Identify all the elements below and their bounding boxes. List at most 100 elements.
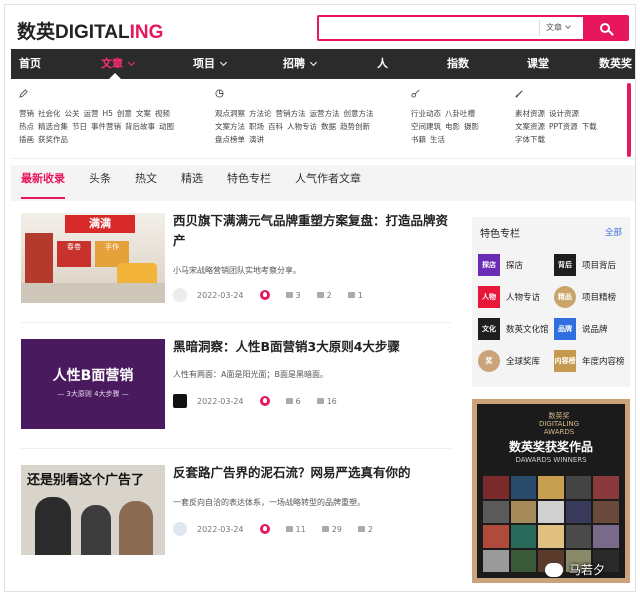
column-item[interactable]: 探店 探店 xyxy=(478,253,523,277)
like-stat[interactable]: 3 xyxy=(285,291,301,300)
column-item[interactable]: 背后 项目背后 xyxy=(554,253,616,277)
dropdown-link[interactable]: 盘点榜单 xyxy=(215,135,245,144)
comment-stat[interactable]: 29 xyxy=(321,525,342,534)
pen-icon xyxy=(19,89,28,98)
like-stat[interactable]: 11 xyxy=(285,525,306,534)
column-item[interactable]: 文化 数英文化馆 xyxy=(478,317,549,341)
scrollbar[interactable] xyxy=(627,83,631,157)
dropdown-link[interactable]: 创意方法 xyxy=(344,109,374,118)
dropdown-link[interactable]: 观点洞察 xyxy=(215,109,245,118)
share-stat[interactable]: 1 xyxy=(347,291,363,300)
dropdown-link[interactable]: 事件营销 xyxy=(91,122,121,131)
dropdown-link[interactable]: 社会化 xyxy=(38,109,61,118)
article-title[interactable]: 黑暗洞察：人性B面营销3大原则4大步骤 xyxy=(173,337,453,357)
dropdown-link[interactable]: 电影 xyxy=(445,122,460,131)
column-item[interactable]: 人物 人物专访 xyxy=(478,285,540,309)
search-button[interactable] xyxy=(583,17,627,39)
dropdown-link[interactable]: 视频 xyxy=(155,109,170,118)
article-thumbnail[interactable]: 满满 春卷 手作 xyxy=(21,213,165,303)
dropdown-link[interactable]: 行业动态 xyxy=(411,109,441,118)
dropdown-link[interactable]: 人物专访 xyxy=(287,122,317,131)
chevron-down-icon xyxy=(565,23,571,29)
dropdown-link[interactable]: 插画 xyxy=(19,135,34,144)
tab-latest[interactable]: 最新收录 xyxy=(21,165,65,201)
dropdown-link[interactable]: 运营 xyxy=(84,109,99,118)
nav-item-jobs[interactable]: 招聘 xyxy=(283,49,318,79)
dropdown-link[interactable]: 百科 xyxy=(268,122,283,131)
column-item[interactable]: 精品 项目精榜 xyxy=(554,285,616,309)
nav-item-people[interactable]: 人 xyxy=(377,49,388,79)
dropdown-link[interactable]: 精选合集 xyxy=(38,122,68,131)
tab-columns[interactable]: 特色专栏 xyxy=(227,165,271,201)
column-item[interactable]: 内容榜 年度内容榜 xyxy=(554,349,625,373)
dropdown-link[interactable]: 字体下载 xyxy=(515,135,545,144)
award-thumb xyxy=(565,476,592,499)
dropdown-link[interactable]: 演讲 xyxy=(249,135,264,144)
author-avatar[interactable] xyxy=(173,288,187,302)
article-title[interactable]: 反套路广告界的泥石流？网易严选真有你的 xyxy=(173,463,453,483)
author-avatar[interactable] xyxy=(173,394,187,408)
dropdown-link[interactable]: 职场 xyxy=(249,122,264,131)
dropdown-link[interactable]: 方法论 xyxy=(249,109,272,118)
award-thumb xyxy=(510,549,537,572)
nav-item-home[interactable]: 首页 xyxy=(19,49,41,79)
tab-featured[interactable]: 精选 xyxy=(181,165,203,201)
search-type-select[interactable]: 文章 xyxy=(539,20,583,36)
article-item[interactable]: 还是别看这个广告了 反套路广告界的泥石流？网易严选真有你的 一套反向自洽的表达体… xyxy=(21,465,451,575)
chart-icon xyxy=(215,89,224,98)
tab-hot[interactable]: 热文 xyxy=(135,165,157,201)
dropdown-link[interactable]: 趋势创新 xyxy=(340,122,370,131)
dropdown-link[interactable]: 文案方法 xyxy=(215,122,245,131)
article-item[interactable]: 满满 春卷 手作 西贝旗下满满元气品牌重塑方案复盘：打造品牌资产 小马宋战略营销… xyxy=(21,213,451,323)
dropdown-link[interactable]: 摄影 xyxy=(464,122,479,131)
nav-item-classroom[interactable]: 课堂 xyxy=(527,49,549,79)
column-item[interactable]: 奖全球奖库 xyxy=(478,349,540,373)
nav-item-index[interactable]: 指数 xyxy=(447,49,469,79)
dropdown-link[interactable]: PPT资源 xyxy=(549,122,578,131)
dropdown-link[interactable]: 书籍 xyxy=(411,135,426,144)
column-item[interactable]: 品牌 说品牌 xyxy=(554,317,608,341)
dropdown-link[interactable]: 营销方法 xyxy=(276,109,306,118)
dropdown-link[interactable]: 动图 xyxy=(159,122,174,131)
dropdown-link[interactable]: 创意 xyxy=(117,109,132,118)
search-input[interactable] xyxy=(323,19,533,37)
dropdown-link[interactable]: 热点 xyxy=(19,122,34,131)
comment-stat[interactable]: 16 xyxy=(316,396,337,406)
like-stat[interactable]: 6 xyxy=(285,397,301,406)
article-thumbnail[interactable]: 人性B面营销 — 3大原则 4大步骤 — xyxy=(21,339,165,429)
article-item[interactable]: 人性B面营销 — 3大原则 4大步骤 — 黑暗洞察：人性B面营销3大原则4大步骤… xyxy=(21,339,451,449)
dropdown-link[interactable]: 生活 xyxy=(430,135,445,144)
article-thumbnail[interactable]: 还是别看这个广告了 xyxy=(21,465,165,555)
dropdown-link[interactable]: 背后故事 xyxy=(125,122,155,131)
dropdown-link[interactable]: 获奖作品 xyxy=(38,135,68,144)
dropdown-link[interactable]: 下载 xyxy=(582,122,597,131)
dropdown-link[interactable]: H5 xyxy=(103,109,113,118)
article-title[interactable]: 西贝旗下满满元气品牌重塑方案复盘：打造品牌资产 xyxy=(173,211,453,251)
share-stat[interactable]: 2 xyxy=(357,525,373,534)
nav-item-projects[interactable]: 项目 xyxy=(193,49,228,79)
site-logo[interactable]: 数英DIGITALING xyxy=(17,17,163,44)
dropdown-link[interactable]: 素材资源 xyxy=(515,109,545,118)
dropdown-link[interactable]: 数据 xyxy=(321,122,336,131)
dropdown-link[interactable]: 文案资源 xyxy=(515,122,545,131)
tab-headlines[interactable]: 头条 xyxy=(89,165,111,201)
dropdown-link[interactable]: 节日 xyxy=(72,122,87,131)
dropdown-link[interactable]: 空间建筑 xyxy=(411,122,441,131)
nav-item-awards[interactable]: 数英奖 xyxy=(599,49,632,79)
dropdown-link[interactable]: 营销 xyxy=(19,109,34,118)
awards-logo-line: 数英奖 xyxy=(548,412,570,420)
dropdown-link[interactable]: 设计资源 xyxy=(549,109,579,118)
column-label: 项目精榜 xyxy=(582,293,617,303)
awards-banner[interactable]: 数英奖 DIGITALING AWARDS 数英奖获奖作品 DAWARDS WI… xyxy=(472,399,630,583)
article-desc: 小马宋战略营销团队实地考察分享。 xyxy=(173,266,301,275)
tab-popular-authors[interactable]: 人气作者文章 xyxy=(295,165,361,201)
comment-count: 16 xyxy=(326,396,337,406)
dropdown-link[interactable]: 八卦吐槽 xyxy=(445,109,475,118)
dropdown-link[interactable]: 运营方法 xyxy=(310,109,340,118)
comment-count: 2 xyxy=(326,290,332,300)
dropdown-link[interactable]: 公关 xyxy=(65,109,80,118)
author-avatar[interactable] xyxy=(173,522,187,536)
dropdown-link[interactable]: 文案 xyxy=(136,109,151,118)
view-all-link[interactable]: 全部 xyxy=(605,226,622,238)
comment-stat[interactable]: 2 xyxy=(316,290,332,300)
